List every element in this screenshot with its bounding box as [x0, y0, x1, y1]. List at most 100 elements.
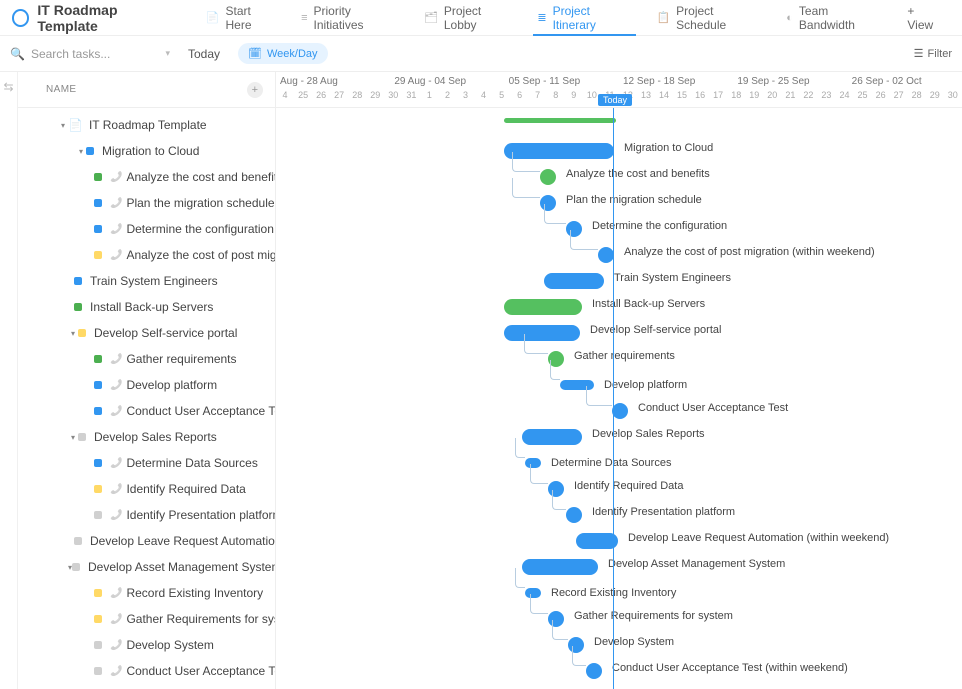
gantt-row: Develop Leave Request Automation (within… [276, 528, 962, 554]
task-row[interactable]: 📞Identify Presentation platform [18, 502, 275, 528]
task-row[interactable]: 📞Plan the migration schedule [18, 190, 275, 216]
main: ⇆ NAME + ▾📄IT Roadmap Template▾Migration… [0, 72, 962, 689]
day-label: 30 [384, 90, 402, 108]
gantt-row: Conduct User Acceptance Test (within wee… [276, 658, 962, 684]
weekday-toggle[interactable]: 🗓 Week/Day [238, 43, 328, 64]
expand-toggle-icon[interactable]: ▾ [68, 433, 78, 442]
gantt-bar[interactable]: Train System Engineers [544, 273, 604, 289]
day-label: 8 [547, 90, 565, 108]
task-list-panel: NAME + ▾📄IT Roadmap Template▾Migration t… [18, 72, 276, 689]
task-row[interactable]: Develop Leave Request Automation [18, 528, 275, 554]
gantt-row: Identify Presentation platform [276, 502, 962, 528]
date-range-label: 26 Sep - 02 Oct [848, 72, 962, 90]
task-row[interactable]: ▾Develop Self-service portal [18, 320, 275, 346]
date-range-label: 12 Sep - 18 Sep [619, 72, 733, 90]
search-placeholder: Search tasks... [31, 47, 110, 61]
day-label: 9 [565, 90, 583, 108]
add-view-button[interactable]: + View [895, 0, 954, 36]
gantt-row [276, 112, 962, 138]
subtask-icon: 📞 [110, 614, 122, 625]
task-row[interactable]: Install Back-up Servers [18, 294, 275, 320]
gantt-panel[interactable]: Aug - 28 Aug29 Aug - 04 Sep05 Sep - 11 S… [276, 72, 962, 689]
day-label: 5 [493, 90, 511, 108]
search-input[interactable]: 🔍 Search tasks... ▾ [10, 47, 170, 61]
task-row[interactable]: ▾Migration to Cloud [18, 138, 275, 164]
gantt-bar[interactable]: Develop Asset Management System [522, 559, 598, 575]
gantt-bar[interactable] [504, 118, 616, 123]
day-label: 27 [890, 90, 908, 108]
dependency-connector [515, 438, 525, 458]
gantt-body[interactable]: Today Migration to CloudAnalyze the cost… [276, 108, 962, 689]
gantt-bar[interactable]: Identify Presentation platform [566, 507, 582, 523]
task-row[interactable]: 📞Gather Requirements for syst... [18, 606, 275, 632]
gantt-bar[interactable]: Conduct User Acceptance Test [612, 403, 628, 419]
tab-project-lobby[interactable]: 🗂Project Lobby [412, 0, 525, 36]
gantt-row: Analyze the cost and benefits [276, 164, 962, 190]
tab-icon: 📋 [656, 11, 670, 24]
task-row[interactable]: 📞Analyze the cost and benefits [18, 164, 275, 190]
dependency-connector [550, 360, 560, 380]
gantt-bar[interactable]: Analyze the cost of post migration (with… [598, 247, 614, 263]
today-button[interactable]: Today [180, 44, 228, 64]
day-label: 29 [926, 90, 944, 108]
tab-start-here[interactable]: 📄Start Here [194, 0, 289, 36]
filter-button[interactable]: ☰ Filter [914, 47, 952, 60]
tab-priority-initiatives[interactable]: ≡Priority Initiatives [289, 0, 412, 36]
day-label: 15 [673, 90, 691, 108]
task-row[interactable]: ▾📄IT Roadmap Template [18, 112, 275, 138]
gantt-bar[interactable]: Conduct User Acceptance Test (within wee… [586, 663, 602, 679]
gantt-row: Analyze the cost of post migration (with… [276, 242, 962, 268]
day-label: 4 [475, 90, 493, 108]
task-row[interactable]: 📞Analyze the cost of post mig... [18, 242, 275, 268]
gantt-bar[interactable]: Develop Sales Reports [522, 429, 582, 445]
task-label: Record Existing Inventory [126, 586, 263, 600]
tab-project-schedule[interactable]: 📋Project Schedule [644, 0, 774, 36]
task-row[interactable]: 📞Develop System [18, 632, 275, 658]
collapse-rail[interactable]: ⇆ [0, 72, 18, 689]
dependency-connector [512, 178, 540, 198]
task-row[interactable]: Train System Engineers [18, 268, 275, 294]
day-label: 22 [799, 90, 817, 108]
name-column-label: NAME [46, 84, 77, 95]
task-row[interactable]: 📞Determine the configuration [18, 216, 275, 242]
day-label: 28 [348, 90, 366, 108]
task-row[interactable]: 📞Identify Required Data [18, 476, 275, 502]
task-row[interactable]: ▾Develop Sales Reports [18, 424, 275, 450]
gantt-row: Plan the migration schedule [276, 190, 962, 216]
gantt-row: Identify Required Data [276, 476, 962, 502]
gantt-bar-label: Identify Required Data [574, 480, 683, 492]
task-row[interactable]: ▾Develop Asset Management System [18, 554, 275, 580]
today-line: Today [613, 108, 614, 689]
task-label: Develop Asset Management System [88, 560, 275, 574]
add-column-button[interactable]: + [247, 82, 263, 98]
day-label: 7 [529, 90, 547, 108]
expand-toggle-icon[interactable]: ▾ [76, 147, 86, 156]
gantt-bar[interactable]: Install Back-up Servers [504, 299, 582, 315]
task-row[interactable]: 📞Conduct User Acceptance Test [18, 658, 275, 684]
tab-project-itinerary[interactable]: ≣Project Itinerary [525, 0, 644, 36]
task-row[interactable]: 📞Conduct User Acceptance Test [18, 398, 275, 424]
status-bullet [94, 381, 102, 389]
task-row[interactable]: 📞Develop platform [18, 372, 275, 398]
gantt-row: Conduct User Acceptance Test [276, 398, 962, 424]
task-row[interactable]: 📞Determine Data Sources [18, 450, 275, 476]
expand-toggle-icon[interactable]: ▾ [68, 329, 78, 338]
gantt-row: Develop Asset Management System [276, 554, 962, 580]
dependency-connector [530, 464, 548, 484]
gantt-bar-label: Conduct User Acceptance Test [638, 402, 788, 414]
gantt-row: Gather requirements [276, 346, 962, 372]
status-bullet [94, 407, 102, 415]
gantt-bar[interactable]: Analyze the cost and benefits [540, 169, 556, 185]
task-row[interactable]: 📞Gather requirements [18, 346, 275, 372]
date-range-label: 19 Sep - 25 Sep [733, 72, 847, 90]
dependency-connector [524, 334, 548, 354]
gantt-row: Develop System [276, 632, 962, 658]
tab-team-bandwidth[interactable]: ◐Team Bandwidth [774, 0, 895, 36]
day-label: 21 [781, 90, 799, 108]
task-row[interactable]: 📞Record Existing Inventory [18, 580, 275, 606]
gantt-bar[interactable]: Develop Leave Request Automation (within… [576, 533, 618, 549]
expand-toggle-icon[interactable]: ▾ [58, 121, 68, 130]
day-label: 13 [637, 90, 655, 108]
day-label: 18 [727, 90, 745, 108]
status-bullet [94, 355, 102, 363]
